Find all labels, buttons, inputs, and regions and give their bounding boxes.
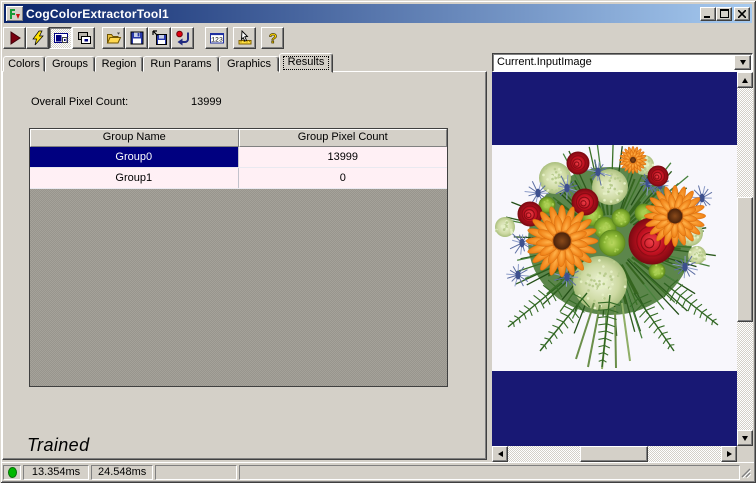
lightning-icon bbox=[31, 30, 44, 46]
table-row-group1[interactable]: Group1 0 bbox=[30, 168, 447, 189]
results-panel: Overall Pixel Count: 13999 Group Name Gr… bbox=[2, 71, 487, 460]
scroll-down-button[interactable] bbox=[737, 430, 753, 446]
status-green-dot bbox=[7, 467, 17, 478]
window: CogColorExtractorTool1 123 ? Colors Grou… bbox=[0, 0, 756, 483]
save-subset-button[interactable] bbox=[148, 27, 171, 49]
tab-results[interactable]: Results bbox=[279, 53, 333, 73]
vertical-scroll-thumb[interactable] bbox=[737, 197, 753, 322]
cell-group-pixel-count[interactable]: 0 bbox=[239, 168, 448, 188]
chevron-down-icon bbox=[739, 60, 746, 65]
scroll-right-button[interactable] bbox=[721, 446, 737, 462]
minimize-button[interactable] bbox=[700, 6, 716, 21]
combo-dropdown-button[interactable] bbox=[734, 55, 751, 70]
app-icon bbox=[6, 6, 23, 21]
save-subset-icon bbox=[151, 30, 167, 45]
electric-run-button[interactable] bbox=[26, 27, 49, 49]
help-icon: ? bbox=[268, 30, 277, 46]
electrode-icon bbox=[238, 30, 251, 45]
scroll-up-button[interactable] bbox=[737, 72, 753, 88]
save-icon bbox=[130, 31, 143, 45]
show-last-run-record-button[interactable] bbox=[72, 27, 95, 49]
overall-pixel-count-label: Overall Pixel Count: bbox=[31, 96, 129, 108]
help-button[interactable]: ? bbox=[261, 27, 284, 49]
tab-label: Graphics bbox=[226, 58, 272, 70]
show-image-record-button[interactable] bbox=[49, 27, 72, 49]
table-header-row: Group Name Group Pixel Count bbox=[30, 129, 447, 147]
image-selector-combo[interactable]: Current.InputImage bbox=[492, 53, 753, 72]
maximize-icon bbox=[719, 9, 729, 18]
arrow-left-icon bbox=[497, 451, 503, 457]
last-run-record-icon bbox=[77, 32, 91, 44]
tab-graphics[interactable]: Graphics bbox=[219, 56, 279, 72]
image-viewport bbox=[492, 72, 753, 462]
horizontal-scroll-thumb[interactable] bbox=[580, 446, 648, 462]
numeric-results-icon: 123 bbox=[209, 33, 224, 44]
image-panel: Current.InputImage bbox=[492, 53, 753, 462]
tab-region[interactable]: Region bbox=[95, 56, 143, 72]
arrow-right-icon bbox=[726, 451, 732, 457]
overall-pixel-count-value: 13999 bbox=[191, 96, 222, 108]
toolbar: 123 ? bbox=[3, 27, 284, 49]
image-record-icon bbox=[53, 33, 68, 43]
open-folder-icon bbox=[106, 32, 121, 44]
close-button[interactable] bbox=[734, 6, 750, 21]
column-header-group-pixel-count[interactable]: Group Pixel Count bbox=[238, 129, 447, 147]
tab-label: Groups bbox=[51, 58, 89, 70]
status-time-2: 24.548ms bbox=[91, 465, 153, 480]
close-icon bbox=[738, 9, 746, 18]
trained-status: Trained bbox=[27, 435, 90, 455]
tab-bar: Colors Groups Region Run Params Graphics… bbox=[3, 53, 333, 73]
status-panel-4 bbox=[239, 465, 740, 480]
svg-text:?: ? bbox=[268, 30, 277, 46]
scroll-left-button[interactable] bbox=[492, 446, 508, 462]
reset-button[interactable] bbox=[171, 27, 194, 49]
titlebar[interactable]: CogColorExtractorTool1 bbox=[4, 4, 752, 23]
run-icon bbox=[10, 31, 21, 45]
status-bar: 13.354ms 24.548ms bbox=[2, 462, 754, 481]
cell-group-name[interactable]: Group0 bbox=[30, 147, 239, 167]
tab-label: Results bbox=[287, 56, 325, 68]
run-button[interactable] bbox=[3, 27, 26, 49]
window-title: CogColorExtractorTool1 bbox=[26, 6, 169, 21]
resize-grip[interactable] bbox=[739, 466, 751, 478]
image-display[interactable] bbox=[492, 72, 737, 446]
status-indicator-panel bbox=[3, 465, 21, 480]
maximize-button[interactable] bbox=[716, 6, 732, 21]
open-file-button[interactable] bbox=[102, 27, 125, 49]
save-button[interactable] bbox=[125, 27, 148, 49]
electrode-button[interactable] bbox=[233, 27, 256, 49]
input-image bbox=[492, 145, 737, 371]
scrollbar-corner bbox=[737, 446, 753, 462]
numeric-results-button[interactable]: 123 bbox=[205, 27, 228, 49]
tab-label: Region bbox=[101, 58, 137, 70]
tab-groups[interactable]: Groups bbox=[45, 56, 95, 72]
tab-label: Run Params bbox=[150, 58, 212, 70]
status-time-1: 13.354ms bbox=[23, 465, 89, 480]
column-header-group-name[interactable]: Group Name bbox=[30, 129, 239, 147]
status-panel-3 bbox=[155, 465, 237, 480]
combo-value: Current.InputImage bbox=[497, 56, 592, 68]
horizontal-scrollbar[interactable] bbox=[492, 446, 737, 462]
table-row-group0[interactable]: Group0 13999 bbox=[30, 147, 447, 168]
svg-text:123: 123 bbox=[211, 37, 223, 44]
vertical-scrollbar[interactable] bbox=[737, 72, 753, 446]
tab-colors[interactable]: Colors bbox=[3, 56, 45, 72]
cell-group-name[interactable]: Group1 bbox=[30, 168, 239, 188]
tab-run-params[interactable]: Run Params bbox=[143, 56, 219, 72]
minimize-icon bbox=[704, 15, 710, 18]
tab-label: Colors bbox=[8, 58, 40, 70]
arrow-down-icon bbox=[742, 435, 748, 441]
reset-icon bbox=[175, 30, 189, 46]
results-table: Group Name Group Pixel Count Group0 1399… bbox=[29, 128, 448, 387]
arrow-up-icon bbox=[742, 77, 748, 83]
cell-group-pixel-count[interactable]: 13999 bbox=[239, 147, 448, 167]
